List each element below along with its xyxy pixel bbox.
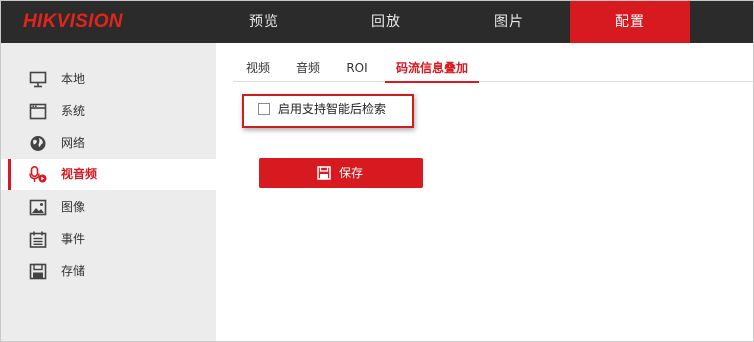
sidebar-item-label: 本地 <box>61 72 86 86</box>
globe-icon <box>30 136 46 151</box>
sidebar: 本地 系统 网络 视音频 图像 事件 存储 <box>1 43 216 341</box>
subtab-video[interactable]: 视频 <box>241 54 275 82</box>
sub-tab-bar: 视频 音频 ROI 码流信息叠加 <box>233 54 753 83</box>
calendar-icon <box>29 231 47 248</box>
enable-smart-search-checkbox[interactable] <box>258 103 270 115</box>
save-button[interactable]: 保存 <box>259 158 423 188</box>
sidebar-item-label: 网络 <box>61 136 86 150</box>
app-window: HIKVISION 预览 回放 图片 配置 本地 系统 网络 视音频 图像 事件… <box>0 0 754 342</box>
tab-picture[interactable]: 图片 <box>446 1 572 43</box>
subtab-roi[interactable]: ROI <box>341 54 373 82</box>
disk-icon <box>29 263 47 280</box>
tab-configuration[interactable]: 配置 <box>570 1 690 43</box>
sidebar-item-local[interactable]: 本地 <box>1 64 216 95</box>
sidebar-item-label: 事件 <box>61 232 86 246</box>
sidebar-item-storage[interactable]: 存储 <box>1 256 216 287</box>
sidebar-item-label: 视音频 <box>61 167 98 181</box>
window-icon <box>29 103 47 120</box>
sidebar-item-label: 图像 <box>61 200 86 214</box>
brand-logo: HIKVISION <box>23 11 123 32</box>
monitor-icon <box>29 71 47 88</box>
subtab-stream-info-overlay[interactable]: 码流信息叠加 <box>385 54 479 83</box>
checkbox-label: 启用支持智能后检索 <box>278 102 387 116</box>
sidebar-item-system[interactable]: 系统 <box>1 96 216 127</box>
sidebar-item-label: 存储 <box>61 264 86 278</box>
sidebar-item-network[interactable]: 网络 <box>1 128 216 159</box>
save-button-label: 保存 <box>339 166 364 180</box>
mic-play-icon <box>29 166 47 183</box>
sidebar-item-label: 系统 <box>61 104 86 118</box>
tab-playback[interactable]: 回放 <box>323 1 449 43</box>
sidebar-item-video-audio[interactable]: 视音频 <box>1 159 216 190</box>
tab-preview[interactable]: 预览 <box>201 1 327 43</box>
image-icon <box>29 199 47 216</box>
floppy-disk-icon <box>317 166 331 180</box>
sidebar-item-image[interactable]: 图像 <box>1 192 216 223</box>
top-navigation-bar: HIKVISION 预览 回放 图片 配置 <box>1 1 753 43</box>
sidebar-item-event[interactable]: 事件 <box>1 224 216 255</box>
subtab-audio[interactable]: 音频 <box>291 54 325 82</box>
